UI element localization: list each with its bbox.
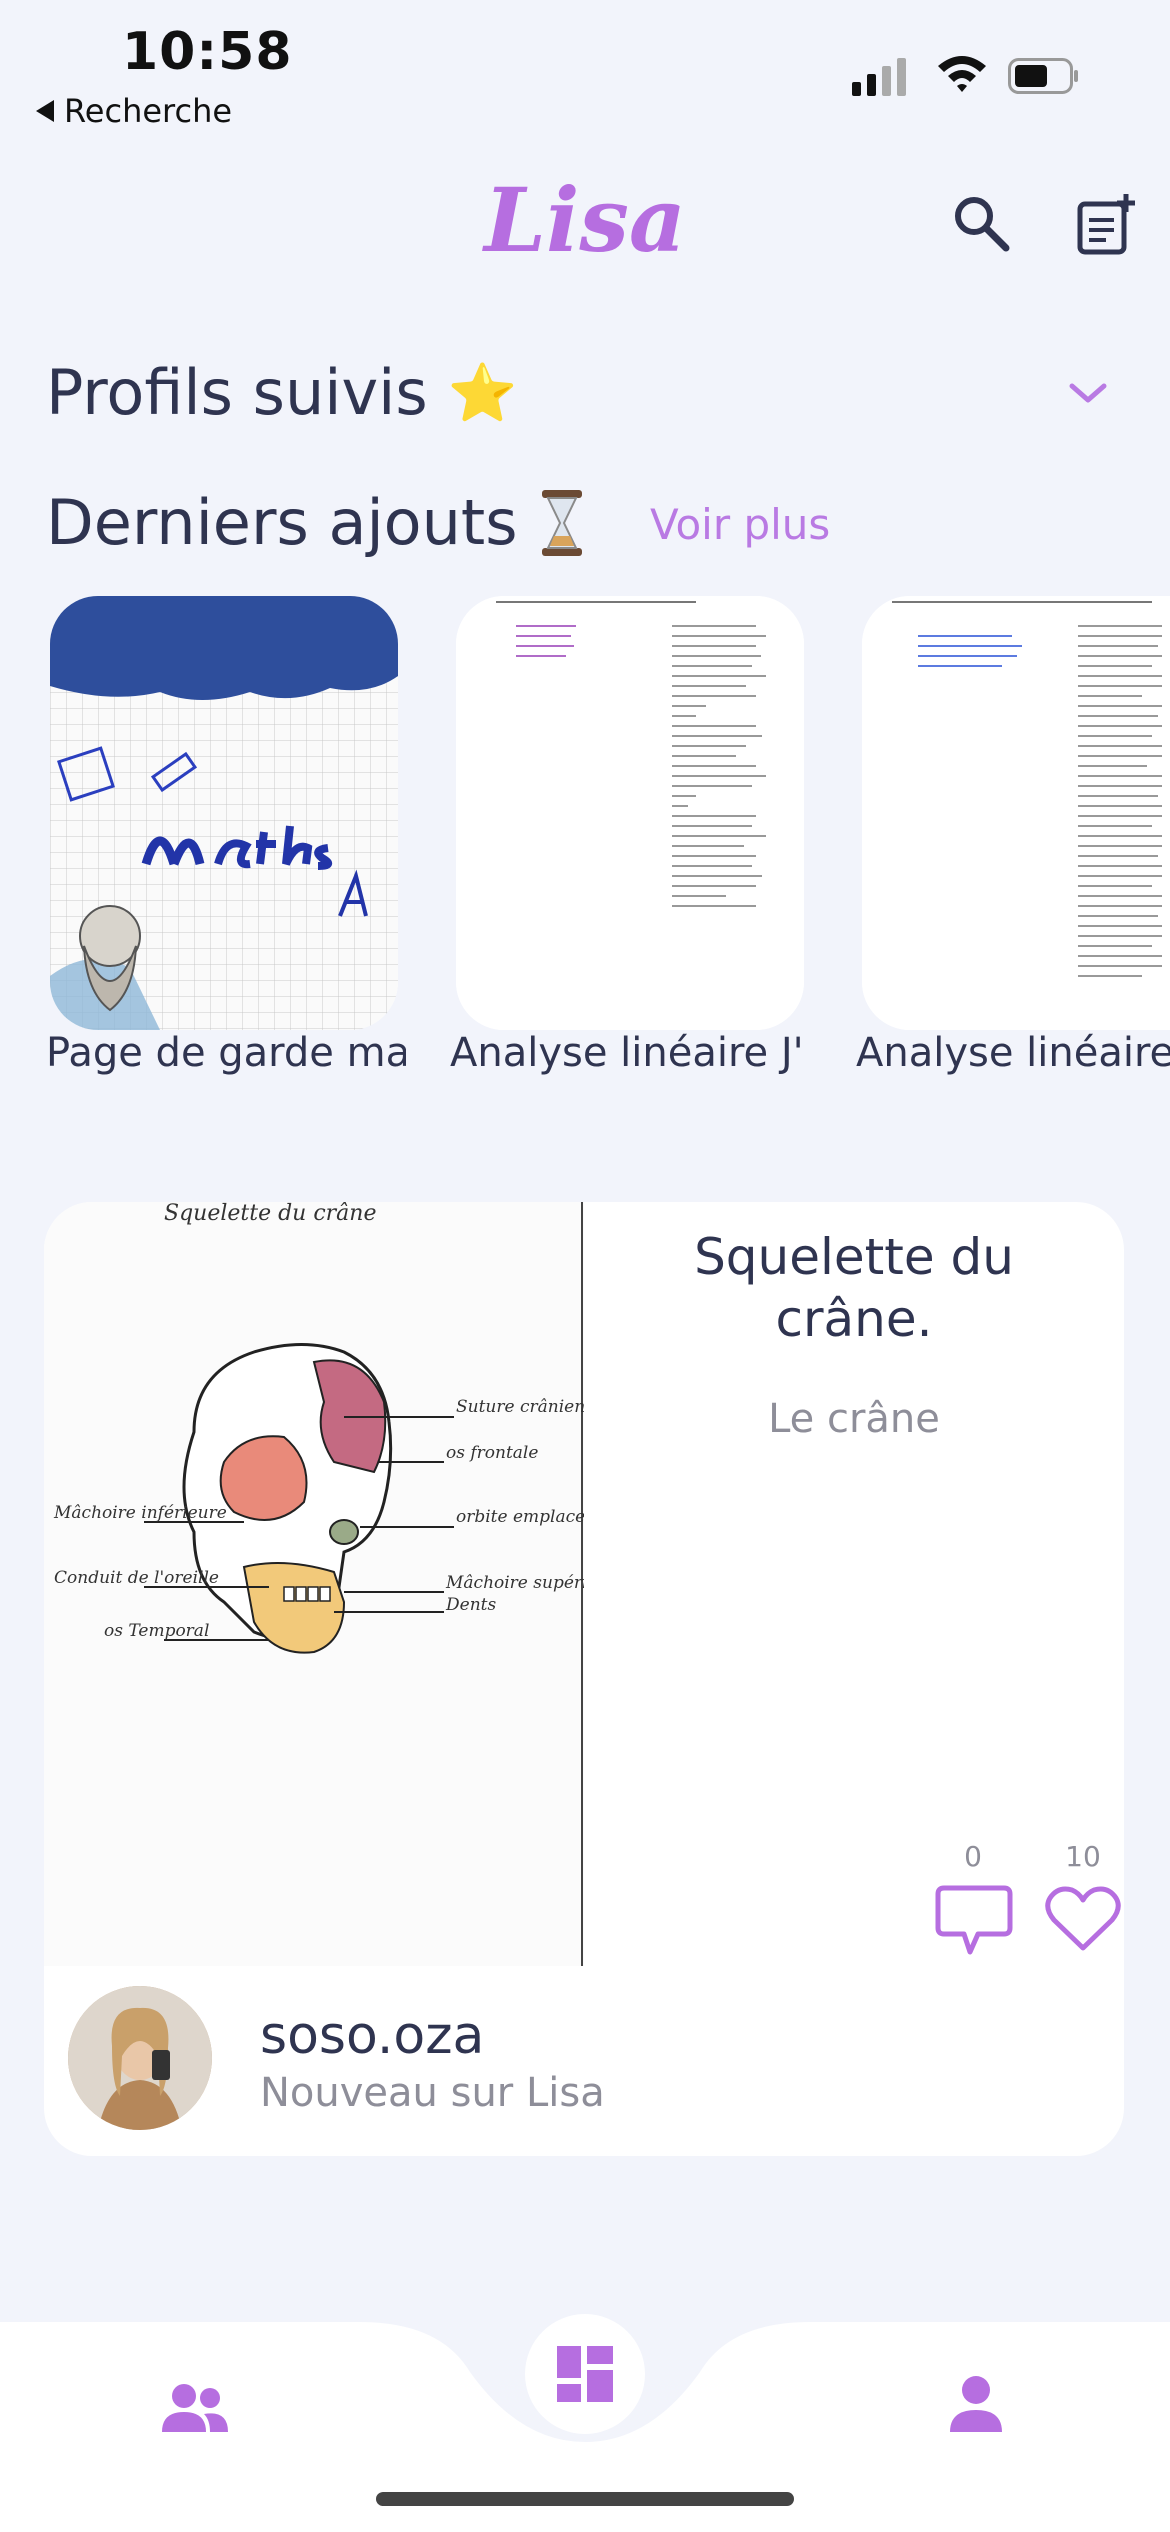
back-to-search-link[interactable]: Recherche [36,92,232,130]
chevron-down-icon[interactable] [1066,378,1110,408]
document-thumbnail-image [862,596,1170,1030]
hourglass-icon [541,489,582,556]
see-more-link[interactable]: Voir plus [650,500,830,549]
latest-additions-title: Derniers ajouts [46,486,518,559]
diagram-label: Conduit de l'oreille [54,1568,219,1588]
maths-cover-image [50,596,398,1030]
people-icon[interactable] [158,2380,232,2436]
dashboard-tab-button[interactable] [525,2314,645,2434]
latest-item-thumb[interactable] [862,596,1170,1030]
post-subtitle: Le crâne [768,1396,940,1442]
comment-icon[interactable] [934,1882,1014,1958]
author-status: Nouveau sur Lisa [260,2070,605,2116]
battery-icon [1008,58,1078,94]
skull-diagram-image: Squelette du crâne Suture crânienne os fr… [44,1202,584,1966]
star-icon: ⭐ [447,360,518,426]
back-arrow-icon [36,100,54,122]
cellular-signal-icon [852,56,906,96]
diagram-label: Mâchoire supérieure [445,1573,584,1593]
wifi-icon [938,56,986,92]
dashboard-icon [557,2346,613,2402]
comments-count: 0 [964,1840,982,1873]
diagram-label: Suture crânienne [456,1397,584,1417]
post-title[interactable]: Squelette du crâne. [614,1226,1094,1350]
search-icon[interactable] [948,190,1016,258]
latest-item-label[interactable]: Page de garde ma [46,1030,406,1076]
latest-item-label[interactable]: Analyse linéaire J' [450,1030,810,1076]
status-time: 10:58 [122,22,293,82]
latest-item-thumb[interactable] [456,596,804,1030]
author-name[interactable]: soso.oza [260,2006,484,2066]
avatar-photo [68,1986,212,2130]
new-note-icon[interactable] [1074,190,1142,258]
latest-item-thumb[interactable] [50,596,398,1030]
back-label: Recherche [64,92,233,130]
latest-additions-header: Derniers ajouts [46,486,586,559]
post-image[interactable]: Squelette du crâne Suture crânienne os fr… [44,1202,584,1966]
latest-item-label[interactable]: Analyse linéaire [856,1030,1170,1076]
followed-profiles-section[interactable]: Profils suivis ⭐ [46,356,517,429]
diagram-label: orbite emplacement du nez [456,1507,584,1527]
diagram-label: os Temporal [104,1621,209,1641]
diagram-label: os frontale [446,1443,538,1463]
diagram-label: Mâchoire inférieure [53,1503,227,1523]
followed-profiles-title: Profils suivis [46,356,428,429]
heart-icon[interactable] [1044,1884,1122,1954]
home-indicator [376,2492,794,2506]
person-icon[interactable] [948,2374,1004,2434]
likes-count: 10 [1065,1840,1101,1873]
diagram-label: Dents [445,1595,496,1615]
diagram-caption: Squelette du crâne [164,1202,376,1226]
document-thumbnail-image [456,596,804,1030]
avatar[interactable] [68,1986,212,2130]
